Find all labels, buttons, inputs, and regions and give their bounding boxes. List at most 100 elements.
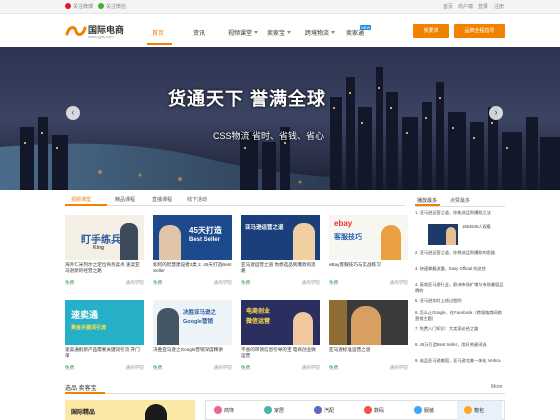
- top-link-merchant[interactable]: 商户端: [458, 3, 473, 10]
- thumb-label: Best Seller: [189, 237, 221, 243]
- category-apparel[interactable]: 服装: [414, 406, 434, 414]
- video-card[interactable]: 盯手练兵 King 海外仁米列尔之定位商务卖点 速卖亚马逊新的经营之路 免费 通…: [65, 215, 144, 293]
- logo-domain: www.gjds.com: [88, 34, 114, 39]
- top-link-register[interactable]: 注册: [494, 3, 504, 10]
- nav-news[interactable]: 资讯: [193, 28, 205, 37]
- brand-guide-button[interactable]: 品牌全程指导: [454, 24, 505, 38]
- category-label: 数码: [374, 408, 385, 414]
- video-card[interactable]: 45天打造 Best Seller 如何的智慧建设者2类 2. 45天打造Bes…: [153, 215, 232, 293]
- source-label: 通商学院: [213, 280, 232, 285]
- tab-most-liked[interactable]: 点赞最多: [450, 197, 470, 204]
- ranking-item[interactable]: 4. 高效亚马逊行业，欧洲市场扩增与市场兼容品牌的: [415, 282, 505, 294]
- category-label: 服装: [424, 408, 435, 414]
- video-card[interactable]: 速卖通 黄金关键词引流 速卖通别新产品需要关键词引流 开门单 免费 通商学院: [65, 300, 144, 378]
- new-badge: NEW: [360, 25, 372, 30]
- category-label: 箱包: [474, 408, 485, 414]
- request-button[interactable]: 我要求: [413, 24, 449, 38]
- top-link-login[interactable]: 登录: [478, 3, 488, 10]
- ranking-item[interactable]: 2. 亚马逊运营之道，你想选品到爆款的思路: [415, 250, 505, 262]
- ranking-item[interactable]: 1. 亚马逊运营之道，你能选品到爆款之法: [415, 210, 505, 222]
- tab-offline-event[interactable]: 线下活动: [187, 196, 207, 203]
- sofa-icon: [264, 406, 272, 414]
- video-card[interactable]: ebay 客服技巧 eBay客服技巧与实战练习 免费 通商学院: [329, 215, 408, 293]
- ranking-item[interactable]: 7. 免费入门知识：大卖家必经之路: [415, 326, 505, 338]
- ranking-item-title: 5. 亚马逊实时上线过程的: [415, 298, 462, 303]
- nav-seller-tools-label: 卖家宝: [267, 31, 286, 37]
- banner-prev-button[interactable]: ‹: [66, 106, 80, 120]
- bag-icon: [464, 406, 472, 414]
- video-tabs: 视频课堂 精品课程 直播课程 线下活动: [65, 194, 405, 206]
- nav-home[interactable]: 首页: [152, 28, 164, 37]
- ranking-item[interactable]: 6. 怎么让Google、在Facebook（跨境电商网络营销主题）: [415, 310, 505, 322]
- weibo-link[interactable]: 关注微博: [65, 3, 93, 10]
- nav-active-indicator: [147, 43, 172, 45]
- video-title[interactable]: 不会的带领信息引导的宝 电商创业微运营: [241, 347, 320, 361]
- video-title[interactable]: 亚马逊运营之道 你想选品到爆款的思路: [241, 262, 320, 276]
- video-title[interactable]: 速卖通别新产品需要关键词引流 开门单: [65, 347, 144, 361]
- chevron-down-icon: [331, 31, 336, 34]
- video-card[interactable]: 亚马逊运营之道 亚马逊运营之道 你想选品到爆款的思路 免费 通商学院: [241, 215, 320, 293]
- banner-next-button[interactable]: ›: [489, 106, 503, 120]
- banner-subtitle: CSS物流 省时、省钱、省心: [213, 131, 325, 141]
- ranking-item-title: 6. 怎么让Google、在Facebook（跨境电商网络营销主题）: [415, 310, 502, 321]
- picks-more-link[interactable]: More: [491, 384, 502, 390]
- source-label: 通商学院: [301, 365, 320, 370]
- free-label: 免费: [153, 365, 163, 370]
- model-image: [145, 404, 167, 420]
- ranking-item-title: 3. 快速掌握流量，Easy Official 的这些: [415, 266, 486, 271]
- chevron-left-icon: ‹: [71, 107, 75, 117]
- source-label: 通商学院: [389, 365, 408, 370]
- tab-premium-course[interactable]: 精品课程: [115, 196, 135, 203]
- video-title[interactable]: 海外仁米列尔之定位商务卖点 速卖亚马逊新的经营之路: [65, 262, 144, 276]
- free-label: 免费: [329, 280, 339, 285]
- nav-logistics[interactable]: 跨境物流: [305, 28, 336, 37]
- ranking-item[interactable]: 5. 亚马逊实时上线过程的: [415, 298, 505, 310]
- nav-seller-tools[interactable]: 卖家宝: [267, 28, 292, 37]
- thumb-label: 微信运营: [246, 319, 271, 325]
- tab-video-class[interactable]: 视频课堂: [71, 196, 91, 203]
- car-icon: [314, 406, 322, 414]
- wechat-link[interactable]: 关注微信: [98, 3, 126, 10]
- thumb-label: King: [93, 245, 105, 251]
- logo[interactable]: 国际电商 www.gjds.com: [65, 23, 125, 43]
- video-title[interactable]: 亚马逊标准运营之道: [329, 347, 408, 361]
- picks-banner-image[interactable]: 国际精品: [65, 400, 195, 420]
- source-label: 通商学院: [125, 365, 144, 370]
- thumb-label: 黄金关键词引流: [71, 325, 107, 331]
- ranking-item[interactable]: 8. 45万打造Best Seller，用好关键词选: [415, 342, 505, 354]
- source-label: 通商学院: [389, 280, 408, 285]
- nav-video[interactable]: 视频课堂: [228, 28, 259, 37]
- category-bags[interactable]: 箱包: [464, 406, 484, 414]
- category-accessories[interactable]: 商饰: [214, 406, 234, 414]
- presenter-image: [293, 223, 315, 260]
- ranking-item[interactable]: 3. 快速掌握流量，Easy Official 的这些: [415, 266, 505, 278]
- logo-mark-icon: [65, 26, 87, 36]
- video-card[interactable]: 亚马逊标准运营之道 免费 通商学院: [329, 300, 408, 378]
- video-card[interactable]: 决胜亚马逊之 Google营销 决胜亚马逊之Google营销深度精讲 免费 通商…: [153, 300, 232, 378]
- video-card[interactable]: 电商创业 微信运营 不会的带领信息引导的宝 电商创业微运营 免费 通商学院: [241, 300, 320, 378]
- video-title[interactable]: 如何的智慧建设者2类 2. 45天打造Best Seller: [153, 262, 232, 276]
- ranking-thumbnail[interactable]: [428, 224, 458, 245]
- video-thumbnail: 亚马逊运营之道: [241, 215, 320, 260]
- ranking-meta: 1654646人观看: [462, 224, 491, 229]
- thumb-label: Google营销: [183, 319, 213, 325]
- tab-live-course[interactable]: 直播课程: [152, 196, 172, 203]
- thumb-text: 亚马逊运营之道: [245, 225, 284, 231]
- video-title[interactable]: 决胜亚马逊之Google营销深度精讲: [153, 347, 232, 361]
- category-home[interactable]: 家居: [264, 406, 284, 414]
- free-label: 免费: [65, 365, 75, 370]
- ranking-item-title: 9. 选品亚马逊美国，亚马逊北美一体化 Vertica: [415, 358, 501, 363]
- source-label: 通商学院: [125, 280, 144, 285]
- top-link-home[interactable]: 首页: [443, 3, 453, 10]
- video-title[interactable]: eBay客服技巧与实战练习: [329, 262, 408, 276]
- hero-banner[interactable]: 货通天下 誉满全球 CSS物流 省时、省钱、省心 ‹ ›: [0, 47, 560, 190]
- ranking-item[interactable]: 9. 选品亚马逊美国，亚马逊北美一体化 Vertica: [415, 358, 505, 370]
- picks-indicator: [65, 392, 105, 394]
- category-auto-parts[interactable]: 汽配: [314, 406, 334, 414]
- category-digital[interactable]: 数码: [364, 406, 384, 414]
- tab-most-played[interactable]: 播放最多: [417, 197, 437, 204]
- ranking-item-title: 7. 免费入门知识：大卖家必经之路: [415, 326, 479, 331]
- presenter-image: [293, 312, 313, 345]
- chevron-right-icon: ›: [494, 107, 498, 117]
- thumb-text: 速卖通: [71, 310, 99, 320]
